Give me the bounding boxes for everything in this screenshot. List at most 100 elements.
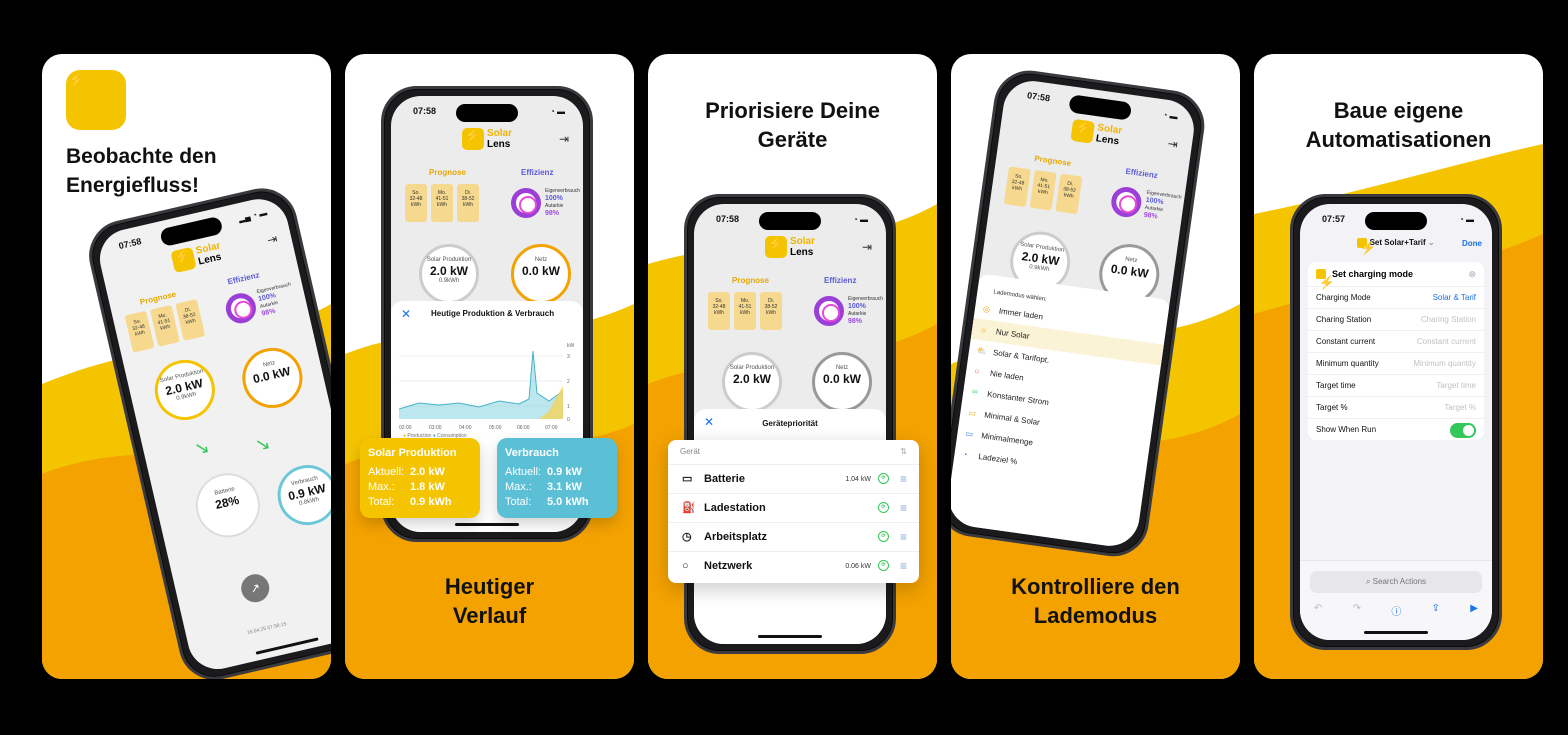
done-button[interactable]: Done	[1462, 239, 1482, 248]
param-row[interactable]: Target time Target time	[1308, 374, 1484, 396]
share-icon[interactable]: ⇪	[1432, 603, 1440, 618]
param-row[interactable]: Constant current Constant current	[1308, 330, 1484, 352]
param-row[interactable]: Target % Target %	[1308, 396, 1484, 418]
info-icon[interactable]: ⓘ	[1391, 603, 1401, 618]
status-time: 07:57	[1322, 214, 1346, 224]
headline-line-2: Energiefluss!	[66, 174, 200, 197]
battery-gauge[interactable]: Batterie 28%	[191, 469, 264, 542]
undo-icon[interactable]: ↶	[1314, 603, 1322, 618]
status-icons: ◔ ▬	[549, 107, 565, 116]
mode-icon: ♾	[970, 387, 980, 398]
solar-card-title: Solar Produktion	[368, 447, 457, 459]
headline-line-1: Baue eigene	[1333, 98, 1464, 123]
mode-icon: ▭	[967, 408, 977, 419]
status-time: 07:58	[117, 236, 143, 252]
x-tick: 02:00	[399, 425, 412, 431]
mode-icon: ☼	[979, 324, 989, 335]
headline-line-1: Kontrolliere den	[1011, 574, 1180, 599]
play-icon[interactable]: ▶	[1470, 603, 1478, 618]
phone-screen: 07:57 ◔ ▬ Set Solar+Tarif ⌄ Done Set cha…	[1300, 204, 1492, 640]
sort-icon[interactable]: ⇅	[900, 440, 907, 464]
device-row[interactable]: ⛽ Ladestation ⟳ ≡	[668, 493, 919, 522]
device-row[interactable]: ◷ Arbeitsplatz ⟳ ≡	[668, 522, 919, 551]
forecast-card: Mo. 41-51 kWh	[734, 292, 756, 330]
home-indicator	[1364, 631, 1428, 634]
charger-icon: ⛽	[682, 502, 696, 514]
solar-gauge[interactable]: Solar Produktion 2.0 kW 0.9kWh	[419, 244, 479, 304]
panel-history: 07:58 ◔ ▬ SolarLens ⇥ Prognose Effizienz…	[345, 54, 634, 679]
forecast-card: So. 32-48 kWh	[405, 184, 427, 222]
x-tick: 05:00	[489, 425, 502, 431]
efficiency-values: Eigenverbrauch 100% Autarkie 98%	[848, 296, 884, 325]
home-indicator	[758, 635, 822, 638]
grid-gauge[interactable]: Netz 0.0 kW	[511, 244, 571, 304]
status-icons: ◔ ▬	[1458, 215, 1474, 224]
prognose-label: Prognose	[429, 168, 466, 177]
list-header: Gerät ⇅	[668, 440, 919, 464]
redo-icon[interactable]: ↷	[1353, 603, 1361, 618]
headline-line-2: Verlauf	[452, 603, 527, 628]
phone-mockup: 07:58 ▂▄ ◔ ▬ SolarLens ⇥ Prognose Effizi…	[82, 181, 331, 679]
param-row[interactable]: Charging Mode Solar & Tarif	[1308, 286, 1484, 308]
logout-icon[interactable]: ⇥	[1167, 136, 1179, 151]
y-tick: 0	[567, 417, 570, 423]
headline-line-1: Beobachte den	[66, 145, 217, 168]
drag-handle-icon[interactable]: ≡	[900, 523, 907, 552]
sheet-title: Gerätepriorität	[762, 419, 818, 428]
timestamp: 16.04.25 07:58:15	[246, 621, 288, 637]
show-when-run-toggle[interactable]	[1450, 423, 1476, 438]
forecast-card: Mo. 41-51 kWh	[149, 304, 180, 347]
phone-screen: 07:58 ▂▄ ◔ ▬ SolarLens ⇥ Prognose Effizi…	[93, 193, 331, 675]
status-time: 07:58	[716, 214, 740, 224]
efficiency-ring	[814, 296, 844, 326]
mode-icon: ◎	[982, 304, 991, 315]
consumption-card-title: Verbrauch	[505, 447, 559, 459]
logout-icon[interactable]: ⇥	[559, 132, 569, 146]
headline: Baue eigene Automatisationen	[1254, 96, 1543, 154]
drag-handle-icon[interactable]: ≡	[900, 552, 907, 581]
panel-device-priority: Priorisiere Deine Geräte 07:58 ◔ ▬ Solar…	[648, 54, 937, 679]
headline: Kontrolliere den Lademodus	[951, 572, 1240, 630]
remove-icon[interactable]: ⊗	[1468, 262, 1476, 286]
param-row: Show When Run	[1308, 418, 1484, 440]
forecast-card: Di. 38-52 kWh	[1055, 173, 1083, 215]
solar-gauge[interactable]: Solar Produktion 2.0 kW	[722, 352, 782, 412]
forecast-card: Mo. 41-51 kWh	[1029, 170, 1057, 211]
headline-line-2: Geräte	[757, 127, 828, 152]
charge-mode-menu: Lademodus wählen: ◎ Immer laden ☼ Nur Sola…	[951, 273, 1171, 550]
consumption-stats-card: Verbrauch Aktuell: 0.9 kW Max.: 3.1 kW Tot…	[497, 438, 617, 518]
brand-logo-icon	[764, 236, 787, 258]
logout-icon[interactable]: ⇥	[266, 232, 279, 248]
device-row[interactable]: ▭ Batterie 1.04 kW ⟳ ≡	[668, 464, 919, 493]
search-actions-field[interactable]: ⌕ Search Actions	[1310, 571, 1482, 593]
device-row[interactable]: ○ Netzwerk 0.06 kW ⟳ ≡	[668, 551, 919, 580]
chart-icon[interactable]: ↗	[238, 571, 273, 606]
production-consumption-chart: kW 3 2 1 0 02:00 03:00 04:00 05:00 06:00…	[399, 343, 575, 431]
logout-icon[interactable]: ⇥	[862, 240, 872, 254]
param-row[interactable]: Charing Station Charing Station	[1308, 308, 1484, 330]
solar-gauge[interactable]: Solar Produktion 2.0 kW 0.9kWh	[148, 354, 221, 426]
brand-logo-icon	[1070, 118, 1096, 144]
grid-gauge[interactable]: Netz 0.0 kW	[812, 352, 872, 412]
drag-handle-icon[interactable]: ≡	[900, 465, 907, 494]
toolbar: ↶ ↷ ⓘ ⇪ ▶	[1314, 603, 1478, 618]
forecast-card: Di. 38-52 kWh	[175, 298, 206, 341]
dynamic-island	[1365, 212, 1427, 230]
panel-automations: Baue eigene Automatisationen 07:57 ◔ ▬ S…	[1254, 54, 1543, 679]
shortcut-icon	[1357, 238, 1379, 256]
flow-arrow-icon: ↘	[192, 436, 212, 460]
status-icons: ◔ ▬	[852, 215, 868, 224]
drag-handle-icon[interactable]: ≡	[900, 494, 907, 523]
bottom-bar: ⌕ Search Actions ↶ ↷ ⓘ ⇪ ▶	[1300, 560, 1492, 640]
param-row[interactable]: Minimum quantity Minimum quantity	[1308, 352, 1484, 374]
mode-icon: ◔	[961, 449, 969, 460]
battery-icon: ▭	[682, 473, 693, 485]
prognose-label: Prognose	[138, 289, 177, 307]
consumption-gauge[interactable]: Verbrauch 0.9 kW 0.8kWh	[271, 459, 331, 532]
grid-gauge[interactable]: Netz 0.0 kW	[236, 342, 309, 414]
action-card: Set charging mode⊗ Charging ModeSolar & …	[1308, 262, 1484, 440]
eco-icon: ⟳	[878, 473, 889, 484]
close-icon[interactable]: ✕	[401, 307, 411, 321]
mode-icon: ○	[973, 366, 980, 377]
forecast-card: So. 32-48 kWh	[124, 310, 155, 353]
